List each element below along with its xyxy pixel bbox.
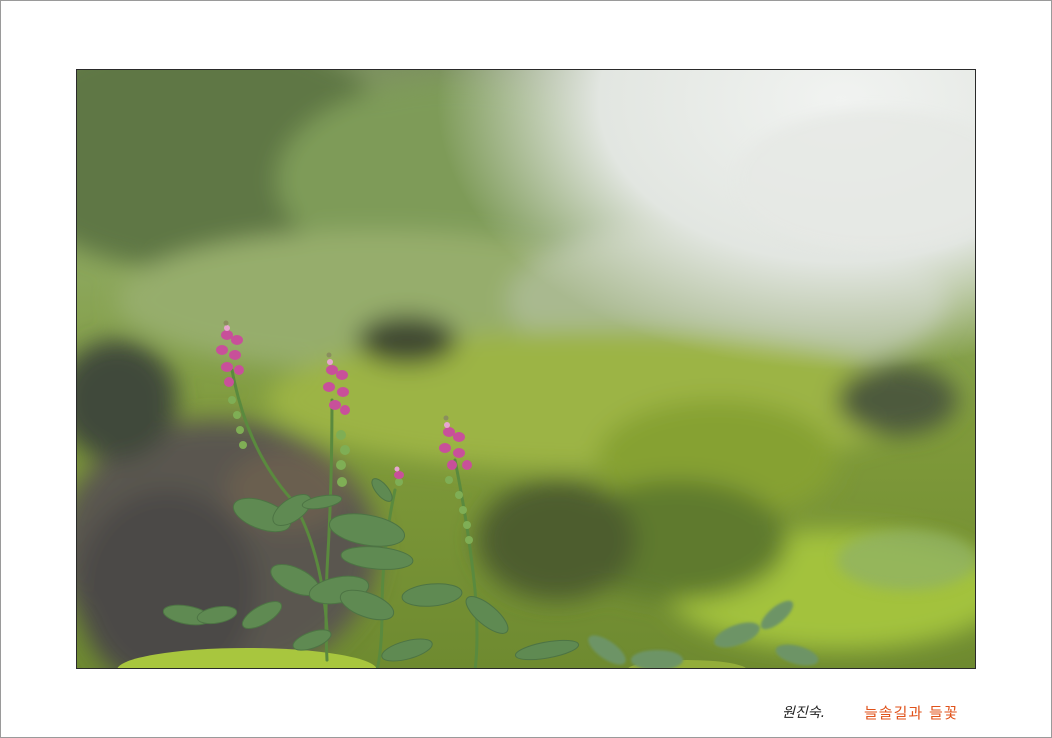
author-signature: 원진숙. — [782, 705, 826, 721]
photo-title: 늘솔길과 들꽃 — [864, 704, 959, 722]
flower-photo — [76, 69, 976, 669]
